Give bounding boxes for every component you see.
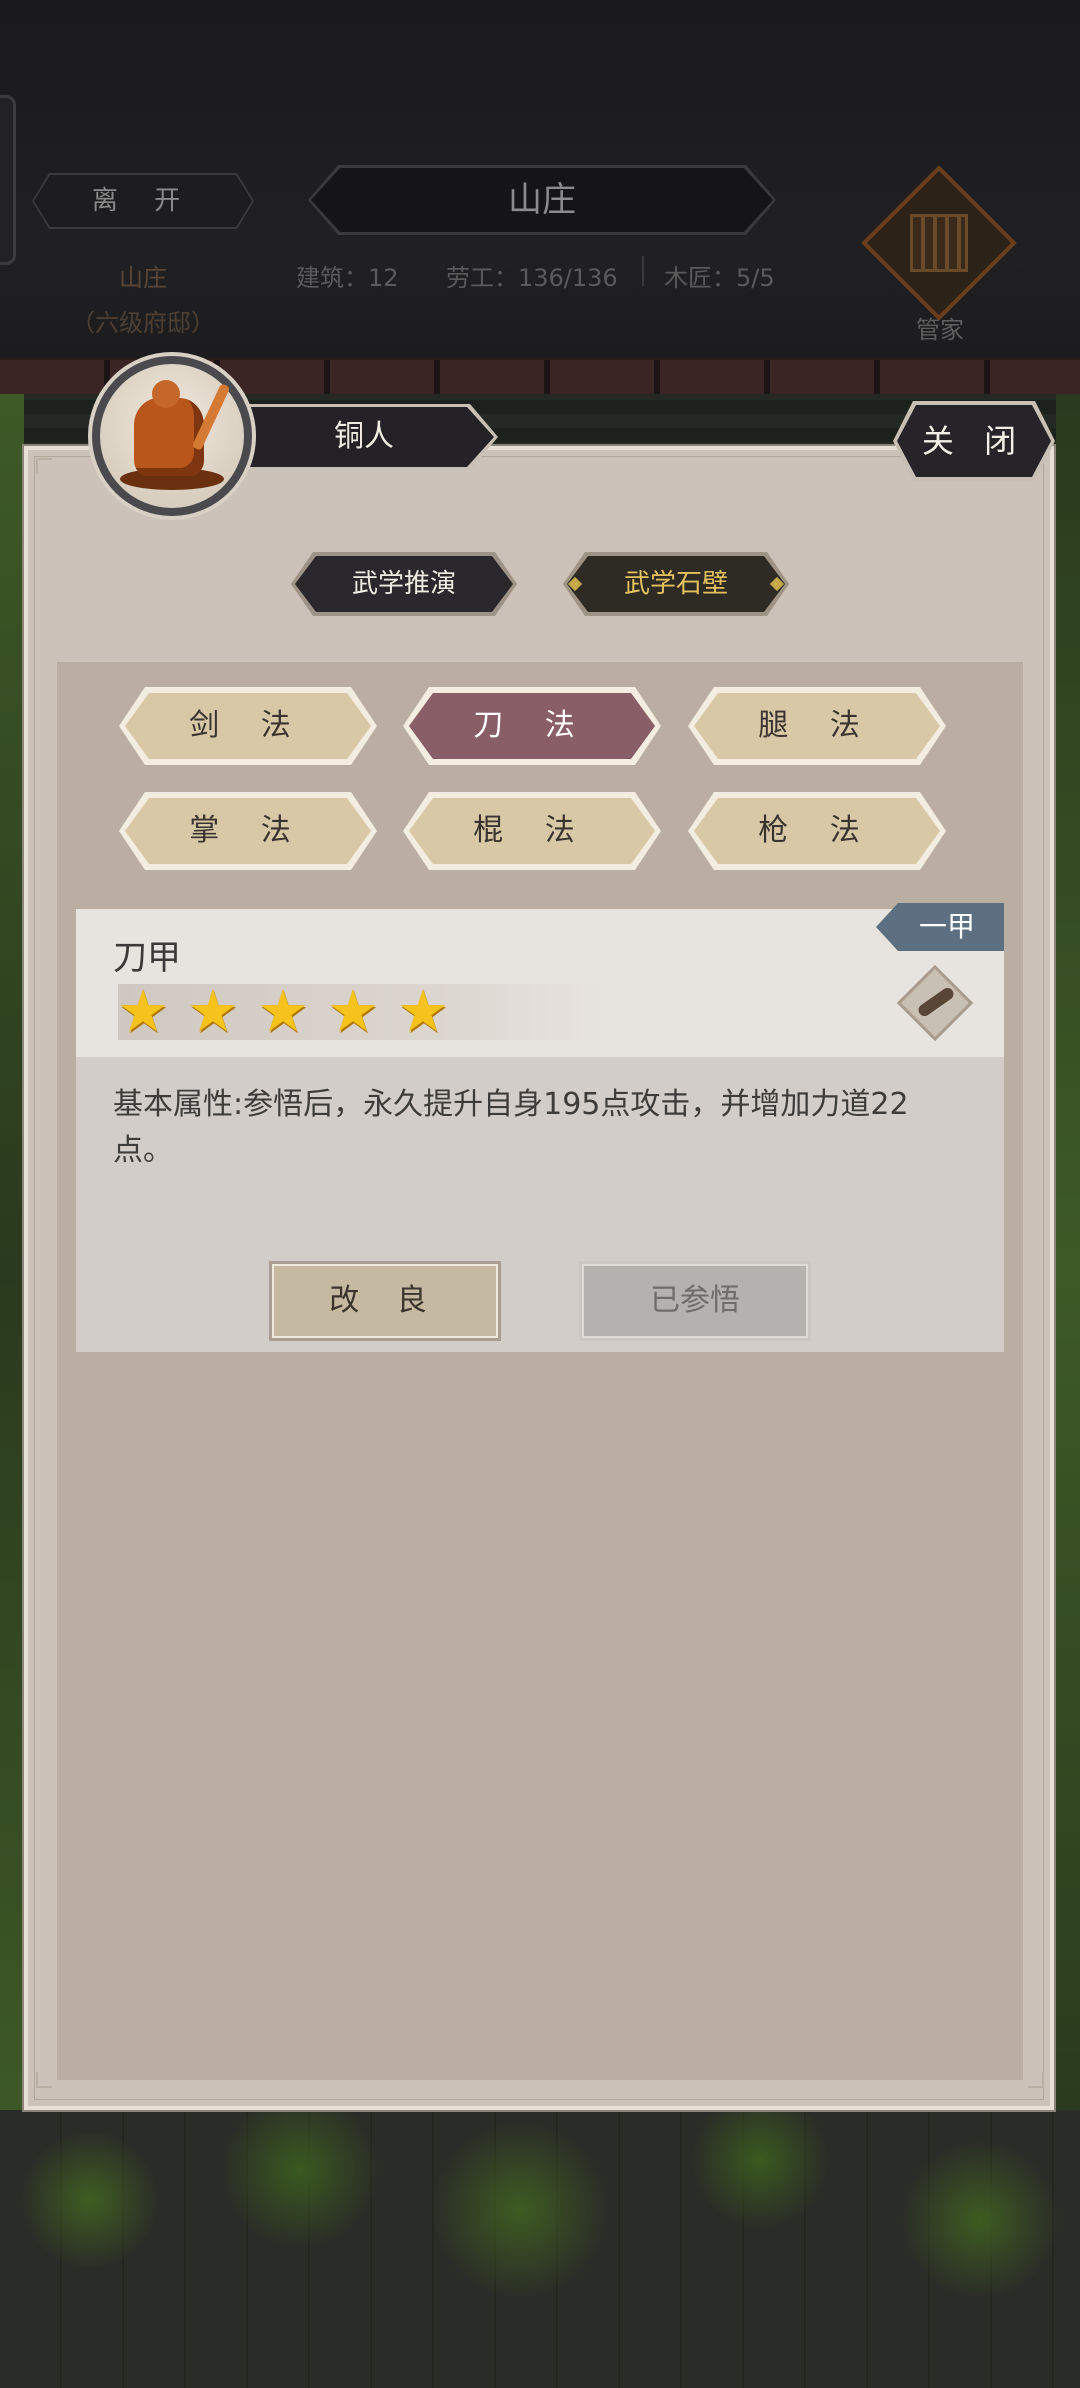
category-staff[interactable]: 棍 法 (409, 798, 655, 864)
estate-level: （六级府邸） (71, 309, 215, 337)
skill-description: 基本属性:参悟后，永久提升自身195点攻击，并增加力道22点。 (113, 1087, 909, 1168)
star-icon: ★ (117, 977, 169, 1045)
garden-bottom (0, 2110, 1080, 2388)
page-title: 山庄 (311, 168, 773, 232)
close-button[interactable]: 关 闭 (897, 405, 1051, 477)
category-spear[interactable]: 枪 法 (694, 798, 940, 864)
category-leg[interactable]: 腿 法 (694, 693, 940, 759)
bronze-statue-body (134, 398, 204, 476)
steward-label: 管家 (916, 316, 964, 344)
category-blade[interactable]: 刀 法 (409, 693, 655, 759)
hedge-right (1056, 394, 1080, 2144)
npc-name: 铜人 (238, 407, 494, 467)
star-icon: ★ (327, 977, 379, 1045)
tab-martial-stone-wall[interactable]: 武学石壁 (567, 556, 785, 612)
category-sword[interactable]: 剑 法 (125, 693, 371, 759)
bronze-statue-head (152, 380, 180, 408)
star-icon: ★ (257, 977, 309, 1045)
corner-ornament (36, 458, 52, 474)
side-tab[interactable] (0, 95, 16, 265)
comprehended-button[interactable]: 已参悟 (582, 1264, 808, 1338)
stat-divider (642, 256, 644, 286)
rank-badge: 一甲 (876, 903, 1004, 951)
stat-workers: 劳工：136/136 (446, 264, 618, 292)
improve-button[interactable]: 改 良 (272, 1264, 498, 1338)
corner-ornament (36, 2072, 52, 2088)
abacus-icon (910, 214, 968, 272)
stat-carpenters: 木匠：5/5 (664, 264, 775, 292)
leave-button[interactable]: 离 开 (34, 175, 252, 227)
star-icon: ★ (397, 977, 449, 1045)
hedge-left (0, 394, 24, 2144)
stat-buildings: 建筑：12 (296, 264, 399, 292)
tab-martial-deduction[interactable]: 武学推演 (295, 556, 513, 612)
skill-name: 刀甲 (113, 938, 181, 978)
category-palm[interactable]: 掌 法 (125, 798, 371, 864)
content-area (57, 662, 1023, 2080)
corner-ornament (1028, 2072, 1044, 2088)
star-icon: ★ (187, 977, 239, 1045)
